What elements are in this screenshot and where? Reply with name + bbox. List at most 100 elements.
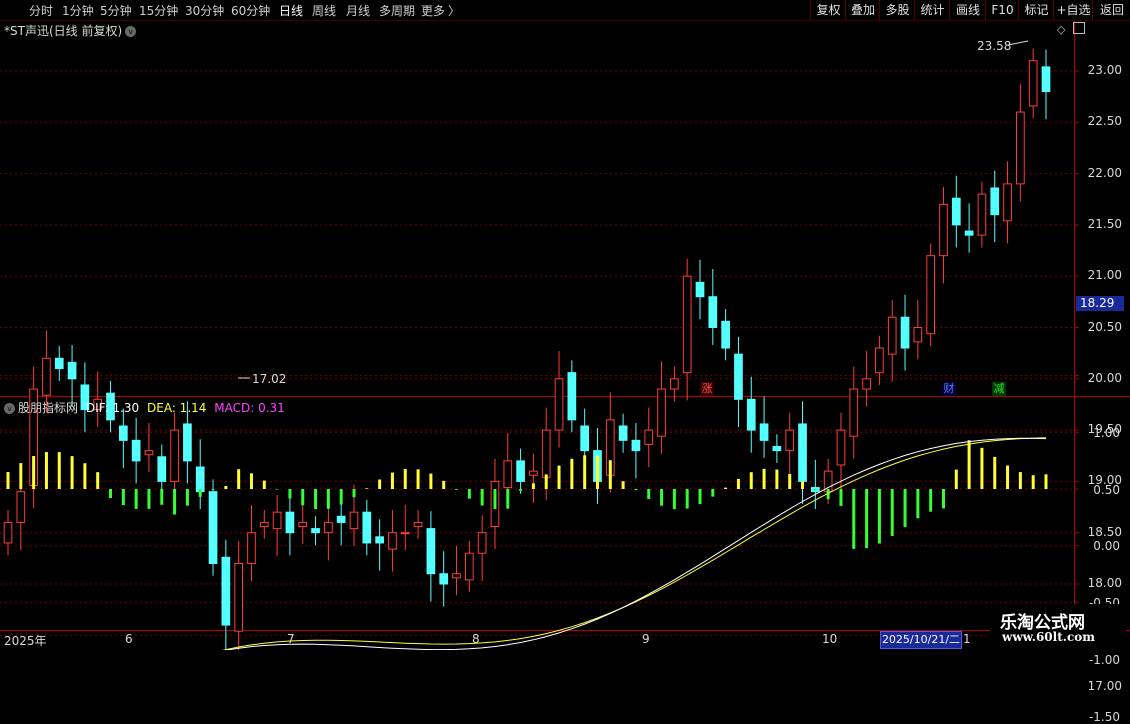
candle-body (759, 423, 769, 441)
period-toolbar: 分时 1分钟 5分钟 15分钟 30分钟 60分钟 日线 周线 月线 多周期 更多〉 复权 叠加 多股 统计… (0, 0, 1130, 21)
toolbar-button-6[interactable]: 标记 (1018, 0, 1054, 20)
period-tab-1[interactable]: 1分钟 (62, 2, 94, 19)
toolbar-button-4[interactable]: 画线 (949, 0, 986, 20)
toolbar-button-0[interactable]: 复权 (810, 0, 846, 20)
candle-body (413, 521, 423, 528)
candle-body (631, 439, 641, 452)
candle-body (1041, 66, 1051, 93)
candle-body (234, 562, 244, 632)
candle-body (580, 425, 590, 452)
candle-body (170, 429, 179, 482)
period-tab-8[interactable]: 月线 (346, 2, 370, 19)
period-tab-9[interactable]: 多周期 (379, 2, 415, 19)
price-axis-label: 22.00 (1087, 165, 1122, 180)
price-axis-label: 20.50 (1087, 319, 1122, 334)
candle-body (785, 429, 795, 452)
price-axis-label: 17.00 (1087, 678, 1122, 693)
candle-body (400, 532, 410, 535)
candle-body (221, 556, 231, 626)
toolbar-button-3[interactable]: 统计 (914, 0, 950, 20)
candle-body (746, 398, 756, 431)
price-axis-label: 22.50 (1087, 114, 1122, 129)
candle-body (247, 532, 256, 564)
candle-body (734, 353, 743, 400)
candle-body (426, 528, 436, 575)
candle-body (503, 460, 513, 489)
candle-body (131, 439, 141, 462)
toolbar-button-2[interactable]: 多股 (879, 0, 915, 20)
candle-body (644, 429, 654, 445)
dea-value: DEA: 1.14 (147, 401, 207, 415)
watermark-url: www.60lt.com (1002, 630, 1095, 644)
candle-body (375, 536, 384, 544)
toolbar-button-5[interactable]: F10 (985, 0, 1019, 20)
candle-body (3, 521, 13, 544)
candle-body (1016, 111, 1025, 185)
candle-body (913, 327, 923, 343)
diamond-icon[interactable]: ◇ (1057, 23, 1065, 36)
candle-body (42, 357, 51, 396)
date-axis-label: 10 (822, 632, 838, 646)
candle-body (272, 511, 282, 530)
candle-body (464, 552, 474, 581)
price-axis-label: 21.50 (1087, 216, 1122, 231)
candle-body (772, 446, 782, 452)
low-price-label: 17.02 (252, 372, 287, 386)
price-axis-label: 18.00 (1087, 576, 1122, 590)
macd-legend: v 股朋指标网 DIF: 1.30 DEA: 1.14 MACD: 0.31 (4, 399, 285, 416)
date-axis-label: 8 (472, 632, 480, 646)
candle-body (362, 511, 372, 544)
period-tab-4[interactable]: 30分钟 (185, 2, 224, 19)
candle-body (682, 275, 692, 374)
candle-body (183, 423, 192, 462)
indicator-name[interactable]: 股朋指标网 (18, 401, 78, 415)
candle-body (529, 470, 538, 476)
price-axis-label: 21.00 (1087, 268, 1122, 283)
candle-body (118, 425, 128, 441)
candle-body (926, 255, 936, 335)
period-tab-7[interactable]: 周线 (312, 2, 336, 19)
candle-body (695, 281, 705, 298)
stock-title[interactable]: *ST声迅(日线 前复权) v (4, 22, 137, 39)
candle-body (144, 450, 154, 456)
candle-body (516, 460, 525, 482)
stock-title-text: *ST声迅(日线 前复权) (4, 24, 123, 38)
macd-axis-label: 1.00 (1093, 426, 1120, 440)
candle-body (964, 230, 974, 236)
period-tab-6[interactable]: 日线 (279, 2, 303, 19)
chevron-down-icon[interactable]: v (4, 403, 15, 414)
price-axis-label: 20.00 (1087, 370, 1122, 385)
date-axis-label: 9 (642, 632, 650, 646)
selected-date: 2025/10/21/二 (880, 631, 962, 649)
macd-axis-label: 0.00 (1093, 539, 1120, 554)
toolbar-button-1[interactable]: 叠加 (845, 0, 880, 20)
candle-body (477, 532, 487, 554)
panel-toggle-icon[interactable] (1073, 22, 1085, 34)
period-tab-0[interactable]: 分时 (29, 2, 53, 19)
chevron-down-icon[interactable]: v (125, 26, 137, 37)
event-tag-reduce[interactable]: 减 (992, 382, 1006, 396)
chart-canvas[interactable] (0, 0, 1130, 650)
candle-body (977, 193, 987, 236)
candle-body (67, 361, 77, 380)
more-arrow-icon[interactable]: 〉 (448, 2, 460, 19)
price-axis-label: 18.50 (1087, 524, 1122, 539)
event-tag-rise[interactable]: 涨 (700, 382, 714, 396)
macd-value: MACD: 0.31 (214, 401, 285, 415)
period-tab-5[interactable]: 60分钟 (231, 2, 270, 19)
event-tag-finance[interactable]: 财 (942, 382, 956, 396)
candle-body (16, 491, 26, 523)
candle-body (951, 197, 961, 226)
candle-body (452, 573, 461, 579)
period-tab-2[interactable]: 5分钟 (100, 2, 132, 19)
date-axis-label: 6 (125, 632, 133, 646)
candle-body (388, 532, 397, 550)
period-tab-10[interactable]: 更多 (421, 2, 445, 19)
candle-body (721, 320, 730, 349)
candle-body (311, 528, 320, 534)
date-axis-label: 2025年 (4, 634, 47, 648)
toolbar-button-7[interactable]: +自选 (1053, 0, 1093, 20)
high-price-label: 23.58 (977, 39, 1012, 53)
period-tab-3[interactable]: 15分钟 (139, 2, 178, 19)
toolbar-button-8[interactable]: 返回 (1092, 0, 1130, 20)
